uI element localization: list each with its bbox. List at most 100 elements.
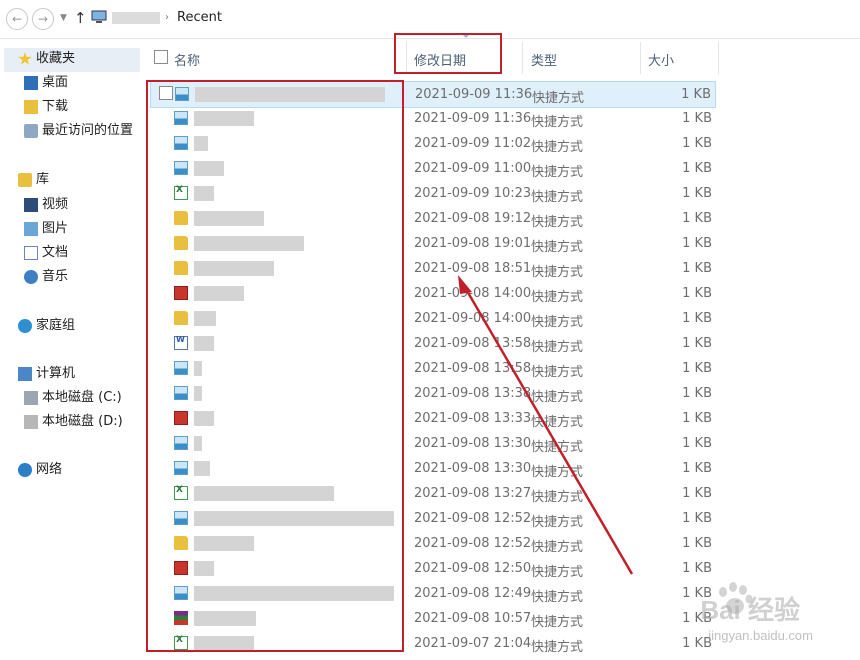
name-column-highlight	[146, 80, 404, 652]
file-date: 2021-09-09 11:36	[414, 111, 532, 126]
file-size: 1 KB	[682, 211, 712, 226]
file-date: 2021-09-09 11:36	[415, 87, 533, 102]
up-arrow-icon[interactable]: ↑	[74, 9, 87, 27]
pictures-icon	[24, 222, 38, 236]
breadcrumb-separator-icon: ›	[165, 12, 169, 23]
file-size: 1 KB	[682, 561, 712, 576]
file-type: 快捷方式	[531, 240, 584, 255]
breadcrumb-blurred[interactable]	[112, 12, 160, 24]
sidebar-item-label: 视频	[42, 197, 69, 212]
back-button[interactable]: ←	[6, 8, 28, 30]
file-type: 快捷方式	[531, 590, 584, 605]
file-size: 1 KB	[682, 161, 712, 176]
sidebar-item-label: 最近访问的位置	[42, 123, 134, 138]
download-icon	[24, 100, 38, 114]
breadcrumb-recent[interactable]: Recent	[177, 10, 222, 25]
file-date: 2021-09-08 13:30	[414, 461, 532, 476]
sidebar-item-label: 图片	[42, 221, 69, 236]
history-chevron-icon[interactable]: ▼	[60, 13, 67, 23]
file-size: 1 KB	[682, 136, 712, 151]
sidebar-item-label: 桌面	[42, 75, 69, 90]
file-date: 2021-09-08 14:00	[414, 311, 532, 326]
file-type: 快捷方式	[531, 340, 584, 355]
file-type: 快捷方式	[531, 515, 584, 530]
file-size: 1 KB	[682, 186, 712, 201]
file-date: 2021-09-08 19:01	[414, 236, 532, 251]
file-type: 快捷方式	[531, 315, 584, 330]
file-type: 快捷方式	[531, 415, 584, 430]
documents-icon	[24, 246, 38, 260]
file-type: 快捷方式	[531, 140, 584, 155]
file-date: 2021-09-09 11:02	[414, 136, 532, 151]
header-size[interactable]: 大小	[648, 50, 674, 69]
sidebar-item-label: 收藏夹	[36, 51, 76, 66]
drive-c-icon	[24, 391, 38, 405]
file-date: 2021-09-08 13:27	[414, 486, 532, 501]
file-date: 2021-09-08 12:50	[414, 561, 532, 576]
file-size: 1 KB	[682, 111, 712, 126]
file-date: 2021-09-08 13:30	[414, 436, 532, 451]
file-type: 快捷方式	[531, 615, 584, 630]
file-type: 快捷方式	[531, 165, 584, 180]
date-column-highlight	[394, 33, 502, 74]
file-date: 2021-09-08 14:00	[414, 286, 532, 301]
file-date: 2021-09-08 12:49	[414, 586, 532, 601]
file-type: 快捷方式	[531, 640, 584, 655]
select-all-checkbox[interactable]	[154, 50, 168, 64]
file-size: 1 KB	[682, 436, 712, 451]
file-type: 快捷方式	[531, 490, 584, 505]
file-date: 2021-09-07 21:04	[414, 636, 532, 651]
file-type: 快捷方式	[531, 115, 584, 130]
file-size: 1 KB	[682, 511, 712, 526]
file-size: 1 KB	[682, 536, 712, 551]
sidebar-item-label: 库	[36, 172, 50, 187]
file-type: 快捷方式	[531, 390, 584, 405]
file-type: 快捷方式	[531, 540, 584, 555]
file-date: 2021-09-08 10:57	[414, 611, 532, 626]
file-date: 2021-09-08 19:12	[414, 211, 532, 226]
file-date: 2021-09-08 13:33	[414, 411, 532, 426]
file-date: 2021-09-09 10:23	[414, 186, 532, 201]
video-icon	[24, 198, 38, 212]
library-icon	[18, 173, 32, 187]
header-type[interactable]: 类型	[531, 50, 557, 69]
music-icon	[24, 270, 38, 284]
watermark-logo: Bai 经验	[700, 595, 800, 625]
file-type: 快捷方式	[531, 265, 584, 280]
forward-button[interactable]: →	[32, 8, 54, 30]
file-size: 1 KB	[682, 461, 712, 476]
file-date: 2021-09-08 13:58	[414, 361, 532, 376]
file-size: 1 KB	[682, 261, 712, 276]
file-date: 2021-09-09 11:00	[414, 161, 532, 176]
header-divider[interactable]	[718, 42, 719, 74]
file-type: 快捷方式	[531, 290, 584, 305]
file-size: 1 KB	[682, 361, 712, 376]
file-size: 1 KB	[681, 87, 711, 102]
sidebar-item-label: 计算机	[36, 366, 76, 381]
sidebar-item-label: 网络	[36, 462, 63, 477]
file-type: 快捷方式	[531, 190, 584, 205]
file-size: 1 KB	[682, 386, 712, 401]
navigation-pane: 收藏夹 桌面 下载 最近访问的位置库视频 图片 文档 音乐 家庭组 计算机 本地磁盘 (C:) 本地…	[0, 40, 142, 660]
file-size: 1 KB	[682, 486, 712, 501]
file-size: 1 KB	[682, 311, 712, 326]
computer-location-icon	[91, 10, 107, 23]
file-type: 快捷方式	[531, 215, 584, 230]
header-name[interactable]: 名称	[174, 50, 200, 69]
file-date: 2021-09-08 12:52	[414, 511, 532, 526]
computer-icon	[18, 367, 32, 381]
file-type: 快捷方式	[531, 465, 584, 480]
file-date: 2021-09-08 12:52	[414, 536, 532, 551]
file-type: 快捷方式	[532, 91, 585, 106]
file-size: 1 KB	[682, 286, 712, 301]
sidebar-item-label: 家庭组	[36, 318, 76, 333]
drive-d-icon	[24, 415, 38, 429]
file-date: 2021-09-08 13:38	[414, 386, 532, 401]
file-date: 2021-09-08 13:58	[414, 336, 532, 351]
file-date: 2021-09-08 18:51	[414, 261, 532, 276]
header-divider[interactable]	[640, 42, 641, 74]
watermark: Bai 经验 jingyan.baidu.com	[655, 582, 855, 655]
header-divider[interactable]	[522, 42, 523, 74]
file-type: 快捷方式	[531, 365, 584, 380]
sidebar-item-label: 本地磁盘 (D:)	[42, 414, 123, 429]
